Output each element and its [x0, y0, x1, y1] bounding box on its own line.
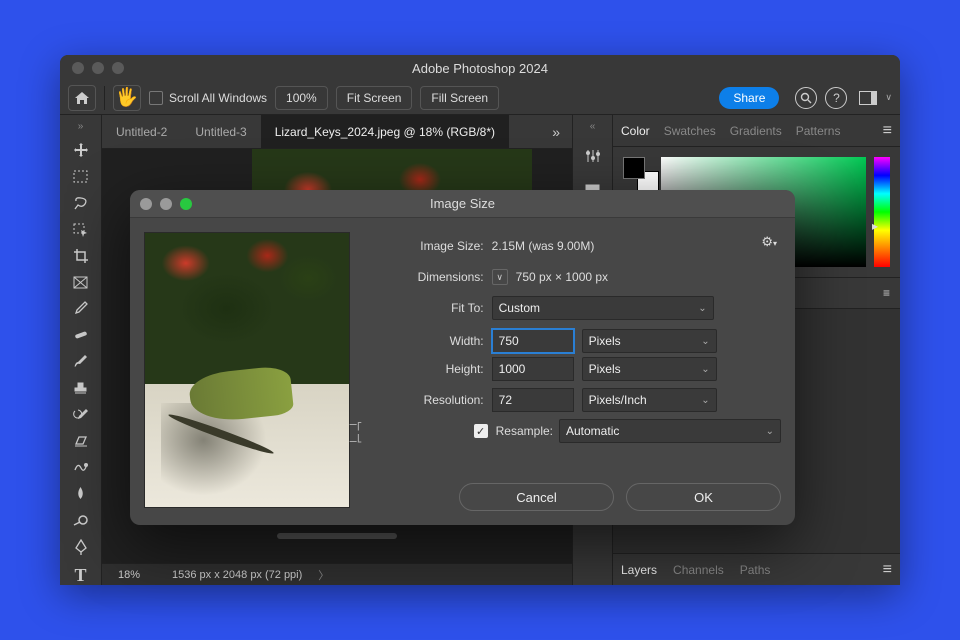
stamp-tool-icon[interactable] — [69, 380, 93, 396]
height-unit-select[interactable]: Pixels⌄ — [582, 357, 717, 381]
zoom-percent-field[interactable]: 100% — [275, 86, 328, 110]
channels-panel-tab[interactable]: Channels — [673, 563, 724, 577]
image-size-dialog: Image Size ⚙▾ Image Size: 2.15M (was 9.0… — [130, 190, 795, 525]
fg-bg-color-control[interactable] — [623, 157, 653, 187]
dialog-title: Image Size — [130, 196, 795, 211]
document-tab-active[interactable]: Lizard_Keys_2024.jpeg @ 18% (RGB/8*) — [261, 115, 509, 148]
document-tab[interactable]: Untitled-3 — [181, 115, 260, 148]
eyedropper-tool-icon[interactable] — [69, 301, 93, 317]
ok-button[interactable]: OK — [626, 483, 781, 511]
document-tabs: Untitled-2 Untitled-3 Lizard_Keys_2024.j… — [102, 115, 572, 149]
hand-tool-icon[interactable]: 🖐 — [113, 85, 141, 111]
move-tool-icon[interactable] — [69, 142, 93, 158]
zoom-window-icon[interactable] — [112, 62, 124, 74]
scroll-all-checkbox[interactable] — [149, 91, 163, 105]
marquee-tool-icon[interactable] — [69, 168, 93, 184]
panel-menu-icon[interactable]: ≡ — [883, 122, 892, 140]
status-bar: 18% 1536 px x 2048 px (72 ppi) 〉 — [102, 563, 572, 585]
fill-screen-button[interactable]: Fill Screen — [420, 86, 499, 110]
layers-panel-tab[interactable]: Layers — [621, 563, 657, 577]
lasso-tool-icon[interactable] — [69, 195, 93, 211]
horizontal-scrollbar[interactable] — [102, 533, 572, 541]
document-tab[interactable]: Untitled-2 — [102, 115, 181, 148]
constrain-proportions-icon[interactable]: ⎯⎡⎯⎣ — [350, 415, 362, 449]
resolution-unit-select[interactable]: Pixels/Inch⌄ — [582, 388, 717, 412]
panel-menu-icon[interactable]: ≡ — [883, 561, 892, 579]
object-select-tool-icon[interactable] — [69, 221, 93, 237]
fit-to-label: Fit To: — [366, 301, 484, 315]
paths-panel-tab[interactable]: Paths — [740, 563, 771, 577]
heal-tool-icon[interactable] — [69, 327, 93, 343]
dimensions-label: Dimensions: — [366, 270, 484, 284]
pen-tool-icon[interactable] — [69, 539, 93, 555]
app-title: Adobe Photoshop 2024 — [60, 61, 900, 76]
height-input[interactable] — [492, 357, 574, 381]
resolution-input[interactable] — [492, 388, 574, 412]
share-button[interactable]: Share — [719, 87, 779, 109]
dialog-zoom-icon[interactable] — [180, 198, 192, 210]
color-panel-tab[interactable]: Color — [621, 124, 650, 138]
patterns-panel-tab[interactable]: Patterns — [796, 124, 841, 138]
search-icon[interactable] — [795, 87, 817, 109]
eraser-tool-icon[interactable] — [69, 433, 93, 449]
frame-tool-icon[interactable] — [69, 274, 93, 290]
adjustments-icon[interactable] — [583, 146, 603, 166]
zoom-readout[interactable]: 18% — [102, 569, 156, 581]
home-button[interactable] — [68, 85, 96, 111]
dialog-close-icon[interactable] — [140, 198, 152, 210]
image-size-label: Image Size: — [366, 239, 484, 253]
dimensions-value: 750 px × 1000 px — [516, 270, 608, 284]
help-icon[interactable]: ? — [825, 87, 847, 109]
collapse-handle-icon[interactable]: « — [590, 121, 596, 132]
width-input[interactable] — [492, 329, 574, 353]
blur-tool-icon[interactable] — [69, 486, 93, 502]
dimensions-disclosure-icon[interactable]: ∨ — [492, 269, 508, 285]
status-menu-icon[interactable]: 〉 — [318, 567, 329, 583]
image-preview[interactable] — [144, 232, 350, 508]
image-size-value: 2.15M (was 9.00M) — [492, 239, 595, 253]
scroll-all-label: Scroll All Windows — [169, 91, 267, 105]
swatches-panel-tab[interactable]: Swatches — [664, 124, 716, 138]
gradients-panel-tab[interactable]: Gradients — [730, 124, 782, 138]
tools-panel: » T — [60, 115, 102, 585]
width-unit-select[interactable]: Pixels⌄ — [582, 329, 717, 353]
panel-menu-icon[interactable]: ≡ — [883, 286, 890, 300]
settings-gear-icon[interactable]: ⚙▾ — [761, 234, 777, 250]
workspace-switcher-icon[interactable] — [859, 91, 877, 105]
resolution-label: Resolution: — [366, 393, 484, 407]
resample-label: Resample: — [496, 424, 553, 438]
gradient-tool-icon[interactable] — [69, 459, 93, 475]
width-label: Width: — [366, 334, 484, 348]
doc-info[interactable]: 1536 px x 2048 px (72 ppi) — [156, 569, 318, 581]
close-window-icon[interactable] — [72, 62, 84, 74]
hue-indicator-icon: ▸ — [872, 219, 878, 233]
options-bar: 🖐 Scroll All Windows 100% Fit Screen Fil… — [60, 81, 900, 115]
type-tool-icon[interactable]: T — [69, 565, 93, 585]
dialog-minimize-icon — [160, 198, 172, 210]
collapse-handle-icon[interactable]: » — [78, 121, 84, 132]
history-brush-tool-icon[interactable] — [69, 406, 93, 422]
window-titlebar: Adobe Photoshop 2024 — [60, 55, 900, 81]
cancel-button[interactable]: Cancel — [459, 483, 614, 511]
crop-tool-icon[interactable] — [69, 248, 93, 264]
resample-method-select[interactable]: Automatic⌄ — [559, 419, 781, 443]
fit-screen-button[interactable]: Fit Screen — [336, 86, 413, 110]
hue-slider[interactable] — [874, 157, 890, 267]
dodge-tool-icon[interactable] — [69, 512, 93, 528]
fit-to-select[interactable]: Custom⌄ — [492, 296, 714, 320]
tab-overflow-icon[interactable]: » — [540, 124, 572, 140]
brush-tool-icon[interactable] — [69, 354, 93, 370]
minimize-window-icon[interactable] — [92, 62, 104, 74]
resample-checkbox[interactable]: ✓ — [474, 424, 488, 438]
height-label: Height: — [366, 362, 484, 376]
